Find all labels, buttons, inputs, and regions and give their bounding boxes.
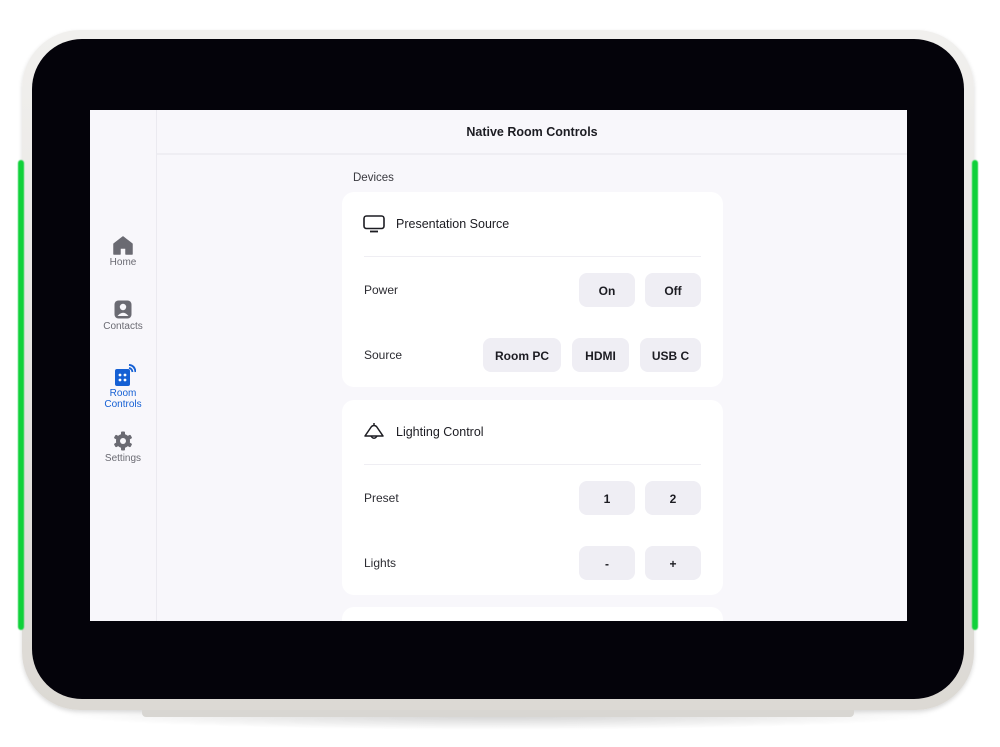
source-hdmi-button[interactable]: HDMI <box>572 338 629 372</box>
card-title: Presentation Source <box>396 217 510 231</box>
sidebar-item-label: Home <box>109 257 137 268</box>
page-title: Native Room Controls <box>157 110 907 155</box>
sidebar-item-home[interactable]: Home <box>90 236 156 268</box>
sidebar-item-label: Settings <box>104 453 142 464</box>
sidebar-item-label: Contacts <box>103 321 143 332</box>
card-divider <box>364 256 701 257</box>
preset-2-button[interactable]: 2 <box>645 481 701 515</box>
gear-icon <box>114 431 132 451</box>
lights-decrease-button[interactable]: - <box>579 546 635 580</box>
section-label-devices: Devices <box>353 172 394 184</box>
contact-icon <box>114 300 132 319</box>
card-title: Lighting Control <box>396 425 484 439</box>
preset-1-button[interactable]: 1 <box>579 481 635 515</box>
monitor-icon <box>363 215 385 233</box>
power-off-button[interactable]: Off <box>645 273 701 307</box>
card-lighting-control: Lighting Control Preset 1 2 Lights - + <box>342 400 723 595</box>
power-on-button[interactable]: On <box>579 273 635 307</box>
status-led-right <box>972 160 978 630</box>
sidebar: Home Contacts Room Controls Settings <box>90 110 157 621</box>
source-room-pc-button[interactable]: Room PC <box>483 338 561 372</box>
row-label-power: Power <box>364 283 399 297</box>
sidebar-item-settings[interactable]: Settings <box>90 431 156 464</box>
card-presentation-source: Presentation Source Power On Off Source … <box>342 192 723 387</box>
sidebar-item-label: Room Controls <box>104 388 142 410</box>
row-label-lights: Lights <box>364 556 397 570</box>
row-label-source: Source <box>364 348 403 362</box>
screen: Home Contacts Room Controls Settings Nat… <box>90 110 907 621</box>
sidebar-item-contacts[interactable]: Contacts <box>90 300 156 332</box>
room-controls-icon <box>115 364 136 386</box>
home-icon <box>113 236 133 255</box>
ceiling-lamp-icon <box>364 423 384 439</box>
device-stand <box>142 710 854 717</box>
lights-increase-button[interactable]: + <box>645 546 701 580</box>
source-usb-c-button[interactable]: USB C <box>640 338 701 372</box>
card-divider <box>364 464 701 465</box>
row-label-preset: Preset <box>364 491 399 505</box>
sidebar-item-room-controls[interactable]: Room Controls <box>90 364 156 410</box>
card-next-device <box>342 607 723 621</box>
status-led-left <box>18 160 24 630</box>
